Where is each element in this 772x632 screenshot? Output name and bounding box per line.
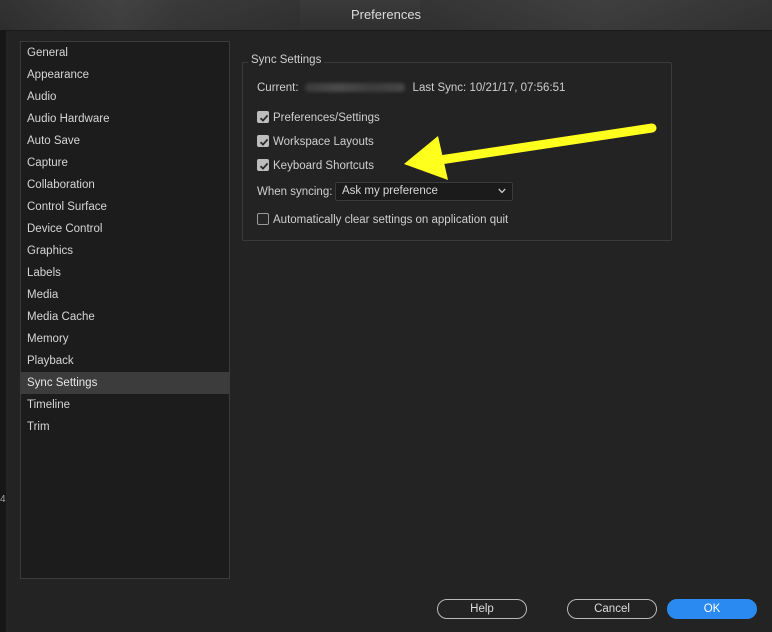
group-title: Sync Settings (248, 54, 325, 66)
background-window-edge (0, 30, 6, 632)
sidebar-item-audio-hardware[interactable]: Audio Hardware (21, 108, 229, 130)
option-preferences-settings[interactable]: Preferences/Settings (257, 111, 380, 124)
option-keyboard-shortcuts[interactable]: Keyboard Shortcuts (257, 159, 374, 172)
sidebar-item-device-control[interactable]: Device Control (21, 218, 229, 240)
option-workspace-layouts[interactable]: Workspace Layouts (257, 135, 374, 148)
checkbox-label: Workspace Layouts (273, 136, 374, 148)
sidebar-item-appearance[interactable]: Appearance (21, 64, 229, 86)
dropdown-value: Ask my preference (342, 185, 438, 197)
sidebar-item-audio[interactable]: Audio (21, 86, 229, 108)
annotation-arrow (404, 123, 657, 180)
sidebar-item-trim[interactable]: Trim (21, 416, 229, 438)
checkbox-workspace-layouts[interactable] (257, 135, 269, 147)
current-account-redacted (304, 83, 405, 93)
checkbox-label: Automatically clear settings on applicat… (273, 214, 509, 226)
last-sync-value: 10/21/17, 07:56:51 (469, 82, 566, 94)
sidebar-item-timeline[interactable]: Timeline (21, 394, 229, 416)
window-title: Preferences (350, 7, 422, 22)
checkbox-keyboard-shortcuts[interactable] (257, 159, 269, 171)
sidebar-item-memory[interactable]: Memory (21, 328, 229, 350)
sidebar-item-auto-save[interactable]: Auto Save (21, 130, 229, 152)
preferences-sidebar: General Appearance Audio Audio Hardware … (20, 41, 230, 579)
sidebar-item-capture[interactable]: Capture (21, 152, 229, 174)
when-syncing-label: When syncing: (257, 186, 333, 198)
current-row: Current: Last Sync: 10/21/17, 07:56:51 (257, 82, 565, 94)
sidebar-item-media[interactable]: Media (21, 284, 229, 306)
checkbox-preferences-settings[interactable] (257, 111, 269, 123)
checkbox-auto-clear[interactable] (257, 213, 269, 225)
sidebar-item-labels[interactable]: Labels (21, 262, 229, 284)
background-fragment: 4 (0, 494, 6, 505)
cancel-button[interactable]: Cancel (567, 599, 657, 619)
sidebar-item-sync-settings[interactable]: Sync Settings (21, 372, 229, 394)
title-bar: Preferences (0, 0, 772, 31)
sidebar-item-general[interactable]: General (21, 42, 229, 64)
sidebar-item-graphics[interactable]: Graphics (21, 240, 229, 262)
chevron-down-icon (498, 188, 506, 194)
checkbox-label: Preferences/Settings (273, 112, 380, 124)
when-syncing-dropdown[interactable]: Ask my preference (335, 182, 513, 201)
sidebar-item-playback[interactable]: Playback (21, 350, 229, 372)
sidebar-item-collaboration[interactable]: Collaboration (21, 174, 229, 196)
current-label: Current: (257, 82, 299, 94)
help-button[interactable]: Help (437, 599, 527, 619)
sidebar-item-control-surface[interactable]: Control Surface (21, 196, 229, 218)
ok-button[interactable]: OK (667, 599, 757, 619)
option-auto-clear[interactable]: Automatically clear settings on applicat… (257, 213, 508, 226)
checkbox-label: Keyboard Shortcuts (273, 160, 375, 172)
sidebar-item-media-cache[interactable]: Media Cache (21, 306, 229, 328)
last-sync-label: Last Sync: (412, 82, 467, 94)
